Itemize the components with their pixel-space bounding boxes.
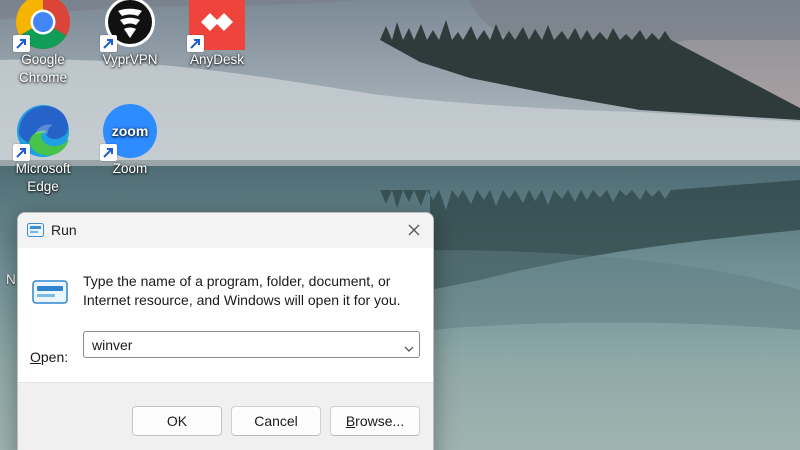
zoom-tile-text: zoom (112, 123, 149, 139)
dialog-footer: OK Cancel Browse... (18, 382, 433, 450)
desktop-icon-vyprvpn[interactable]: VyprVPN (90, 0, 170, 69)
open-input[interactable]: winver (92, 337, 132, 353)
desktop-icon-anydesk[interactable]: AnyDesk (177, 0, 257, 69)
desktop-icon-label: VyprVPN (102, 52, 158, 67)
close-icon (408, 224, 420, 236)
open-label: Open: (30, 349, 68, 365)
run-program-icon (32, 278, 68, 309)
desktop-icon-label: Microsoft (15, 161, 71, 176)
chevron-down-icon[interactable] (404, 340, 414, 358)
close-button[interactable] (403, 219, 425, 241)
shortcut-arrow-icon (100, 35, 117, 52)
title-bar[interactable]: Run (18, 213, 433, 248)
shortcut-arrow-icon (187, 35, 204, 52)
desktop-icon-zoom[interactable]: zoom Zoom (90, 103, 170, 178)
microsoft-edge-icon (13, 103, 71, 161)
anydesk-icon (187, 0, 245, 52)
desktop-icon-label: Edge (27, 179, 59, 194)
open-label-accelerator: O (30, 349, 41, 365)
vyprvpn-icon (100, 0, 158, 52)
open-combobox[interactable]: winver (83, 331, 420, 358)
ok-button[interactable]: OK (132, 406, 222, 436)
desktop-icon-label: AnyDesk (189, 52, 245, 67)
dialog-body: Type the name of a program, folder, docu… (18, 248, 433, 382)
browse-accelerator: B (345, 413, 356, 429)
cancel-button[interactable]: Cancel (231, 406, 321, 436)
window-title: Run (51, 222, 77, 238)
zoom-icon: zoom (100, 103, 158, 161)
partial-desktop-label: N (6, 272, 16, 287)
google-chrome-icon (13, 0, 71, 52)
desktop-icon-label: Zoom (112, 161, 148, 176)
open-label-text: pen: (40, 349, 69, 365)
run-dialog: Run Type the name of a program, folder, … (17, 212, 434, 450)
desktop-icon-microsoft-edge[interactable]: Microsoft Edge (3, 103, 83, 196)
browse-label: rowse... (355, 413, 405, 429)
desktop-icon-label: Chrome (18, 70, 67, 85)
desktop-icon-label: Google (21, 52, 65, 67)
dialog-description: Type the name of a program, folder, docu… (83, 273, 401, 308)
shortcut-arrow-icon (100, 144, 117, 161)
run-app-icon (27, 223, 44, 242)
shortcut-arrow-icon (13, 35, 30, 52)
browse-button[interactable]: Browse... (330, 406, 420, 436)
desktop-icon-google-chrome[interactable]: Google Chrome (3, 0, 83, 87)
shortcut-arrow-icon (13, 144, 30, 161)
